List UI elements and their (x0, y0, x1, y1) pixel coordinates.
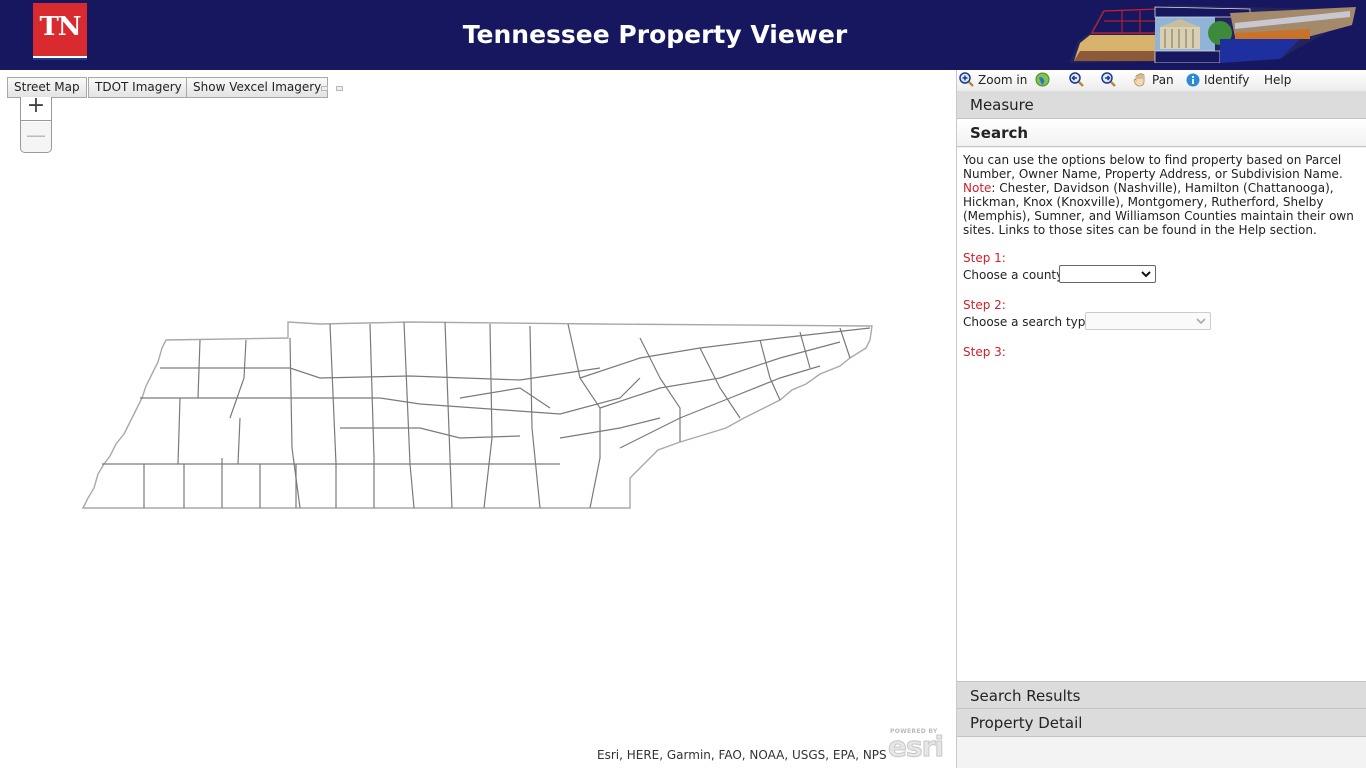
app-header: TN Tennessee Property Viewer (0, 0, 1366, 70)
side-panel: Zoom in Pan Identify Help Measure Search… (956, 70, 1366, 768)
identify-label: Identify (1204, 73, 1250, 87)
esri-logo[interactable]: POWERED BY esri (887, 728, 950, 764)
step3-label: Step 3: (963, 345, 1006, 359)
zoom-next-tool[interactable] (1101, 72, 1120, 88)
zoom-previous-icon (1069, 72, 1084, 87)
tennessee-banner-image (1070, 5, 1356, 63)
zoom-previous-tool[interactable] (1069, 72, 1088, 88)
help-tool[interactable]: Help (1264, 72, 1291, 88)
info-icon (1186, 73, 1200, 87)
map-zoom-control: + — (20, 95, 52, 153)
search-section-body: You can use the options below to find pr… (957, 148, 1366, 681)
full-extent-tool[interactable] (1035, 72, 1054, 88)
street-map-button[interactable]: Street Map (7, 77, 87, 98)
globe-icon (1035, 72, 1050, 87)
layer-toggle-2[interactable] (336, 86, 343, 91)
show-vexcel-imagery-button[interactable]: Show Vexcel Imagery (186, 77, 329, 98)
property-detail-section-header[interactable]: Property Detail (957, 709, 1366, 737)
chevron-down-icon (1196, 318, 1206, 325)
zoom-in-label: Zoom in (978, 73, 1028, 87)
search-section-header[interactable]: Search (957, 119, 1366, 147)
map-attribution: Esri, HERE, Garmin, FAO, NOAA, USGS, EPA… (597, 748, 887, 762)
map-zoom-out-button[interactable]: — (21, 122, 51, 152)
layer-toggle-1[interactable] (321, 86, 328, 91)
state-outline (81, 321, 873, 509)
zoom-next-icon (1101, 72, 1116, 87)
note-text: : Chester, Davidson (Nashville), Hamilto… (963, 181, 1354, 237)
county-field-label: Choose a county: (963, 268, 1067, 282)
chevron-down-icon (1141, 271, 1151, 278)
tdot-imagery-button[interactable]: TDOT Imagery (88, 77, 189, 98)
identify-tool[interactable]: Identify (1186, 72, 1249, 88)
zoom-in-tool[interactable]: Zoom in (959, 72, 1027, 88)
tennessee-county-map[interactable] (80, 318, 876, 512)
map-toolbar: Zoom in Pan Identify Help (957, 70, 1366, 91)
measure-section-header[interactable]: Measure (957, 91, 1366, 119)
search-type-field-label: Choose a search type: (963, 315, 1097, 329)
search-type-select[interactable] (1085, 312, 1211, 330)
esri-logo-text: esri (887, 730, 944, 764)
pan-label: Pan (1152, 73, 1174, 87)
zoom-in-icon (959, 72, 974, 87)
logo-stripe (33, 56, 87, 60)
map-zoom-in-button[interactable]: + (21, 95, 51, 121)
pan-tool[interactable]: Pan (1133, 72, 1174, 88)
search-instructions: You can use the options below to find pr… (963, 153, 1361, 237)
county-lines (102, 321, 871, 509)
county-select[interactable] (1059, 265, 1156, 283)
step2-label: Step 2: (963, 298, 1006, 312)
hand-icon (1133, 73, 1145, 87)
step1-label: Step 1: (963, 251, 1006, 265)
note-label: Note (963, 181, 992, 195)
search-results-section-header[interactable]: Search Results (957, 681, 1366, 709)
intro-text: You can use the options below to find pr… (963, 153, 1343, 181)
